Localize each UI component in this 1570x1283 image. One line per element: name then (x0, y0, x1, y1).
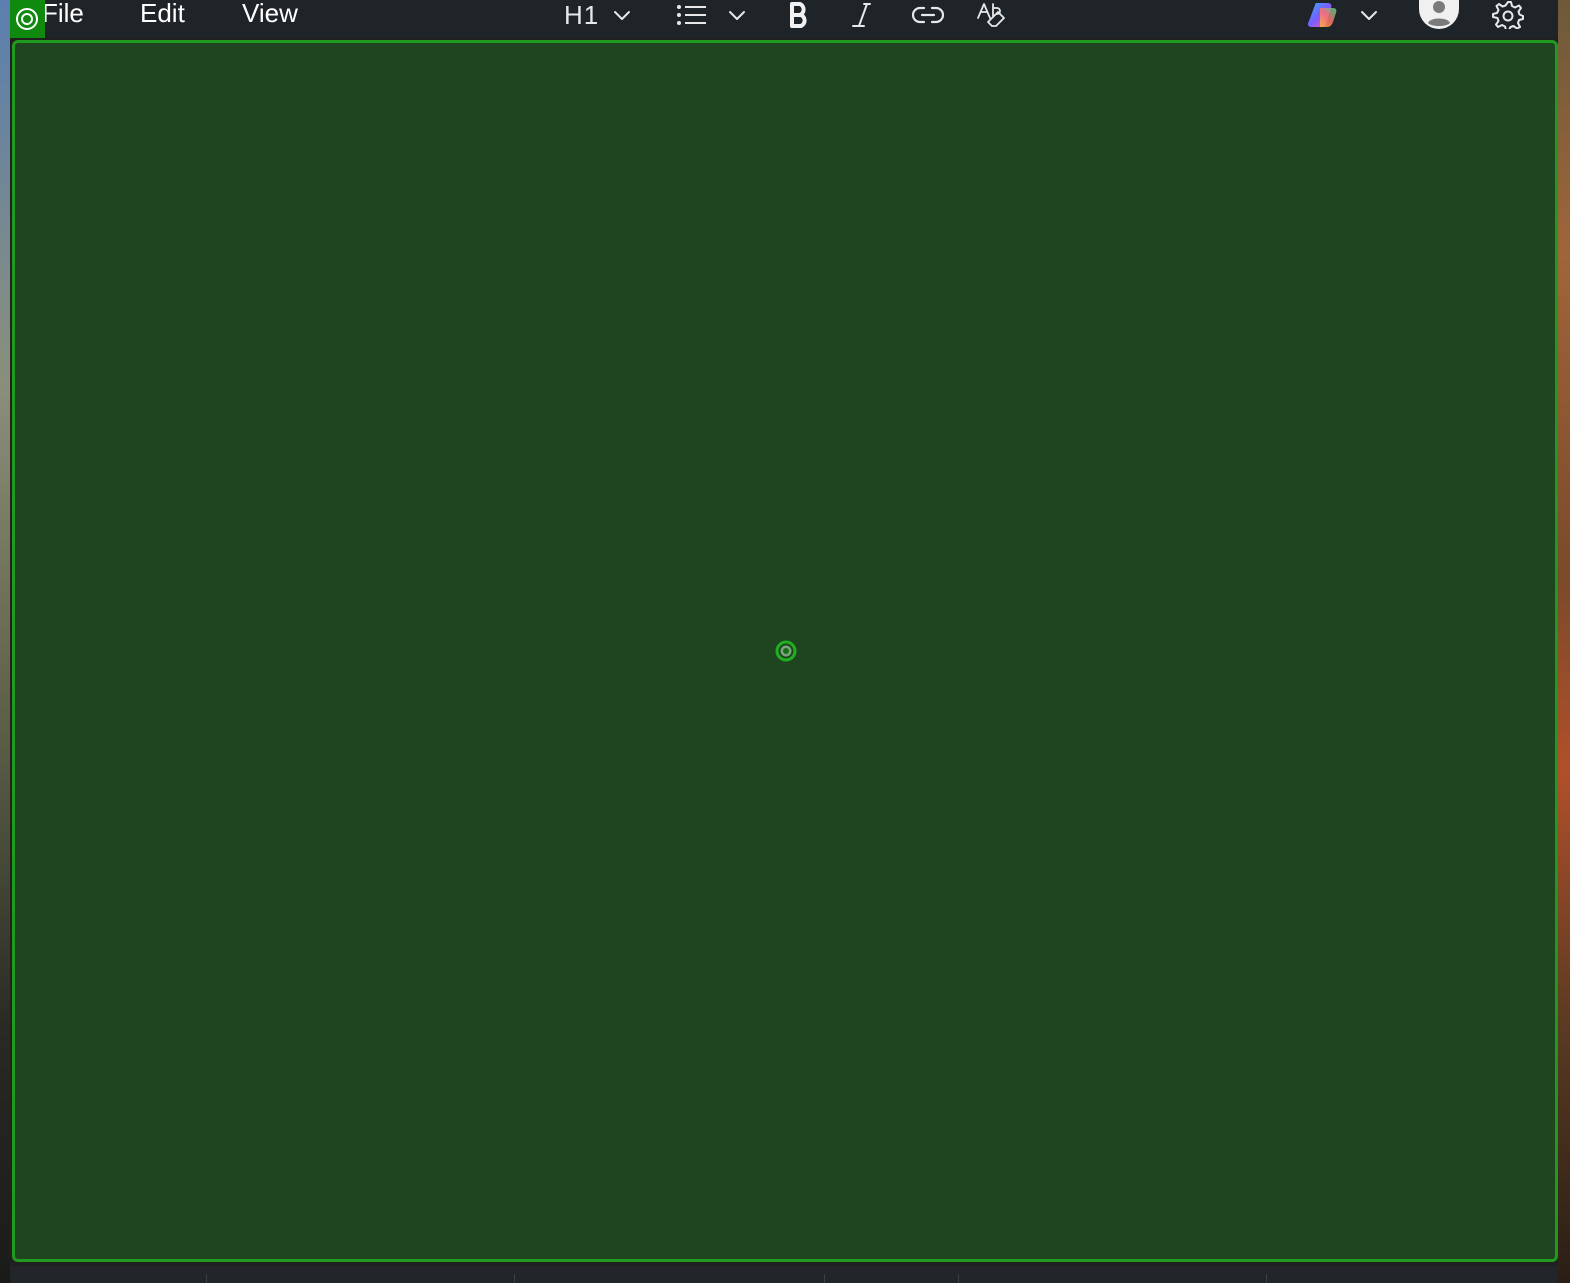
gear-icon (1492, 1, 1524, 29)
desktop-wallpaper-right (1558, 0, 1570, 1283)
status-divider (206, 1274, 207, 1283)
status-divider (1266, 1274, 1267, 1283)
desktop-wallpaper-left (0, 0, 10, 1283)
bold-icon (790, 2, 807, 28)
heading-level-label: H1 (564, 0, 600, 30)
link-icon (912, 6, 944, 24)
settings-button[interactable] (1492, 0, 1526, 30)
account-button[interactable] (1418, 0, 1460, 30)
target-icon (16, 8, 38, 30)
avatar-icon (1419, 0, 1459, 29)
status-divider (514, 1274, 515, 1283)
chevron-down-icon (1361, 11, 1377, 20)
italic-icon (852, 3, 871, 27)
menu-edit[interactable]: Edit (140, 0, 185, 30)
copilot-dropdown[interactable] (1306, 0, 1378, 30)
spellcheck-icon (977, 3, 1005, 27)
list-dropdown[interactable] (676, 0, 746, 30)
status-bar (10, 1266, 1558, 1283)
chevron-down-icon (614, 11, 631, 20)
menu-file[interactable]: File (42, 0, 84, 30)
italic-button[interactable] (850, 0, 874, 30)
chevron-down-icon (729, 11, 745, 20)
menu-view[interactable]: View (242, 0, 298, 30)
status-divider (958, 1274, 959, 1283)
menu-bar: File Edit View H1 (10, 0, 1558, 38)
bulleted-list-icon (677, 5, 706, 25)
selection-indicator (10, 0, 45, 38)
insert-link-button[interactable] (912, 0, 944, 30)
notepad-window: File Edit View H1 (10, 0, 1558, 1283)
target-marker-icon (775, 640, 797, 662)
spellcheck-button[interactable] (976, 0, 1008, 30)
status-divider (824, 1274, 825, 1283)
bold-button[interactable] (788, 0, 812, 30)
copilot-icon (1307, 3, 1337, 27)
heading-dropdown[interactable]: H1 (564, 0, 634, 30)
text-editor-area[interactable] (12, 40, 1558, 1262)
